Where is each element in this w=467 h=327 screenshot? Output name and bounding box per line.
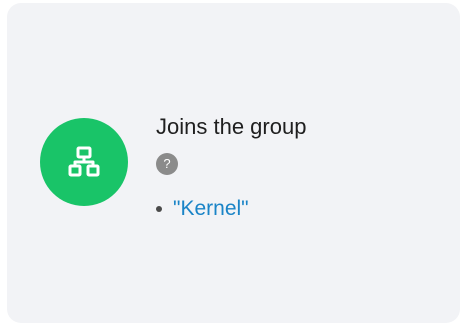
group-action-badge: [40, 118, 128, 206]
list-item: "Kernel": [156, 196, 249, 222]
help-icon[interactable]: ?: [156, 153, 178, 175]
sitemap-icon: [68, 146, 100, 177]
bullet-icon: [156, 206, 162, 212]
action-title: Joins the group: [156, 114, 307, 139]
action-card: Joins the group ? "Kernel": [7, 3, 460, 323]
group-link-kernel[interactable]: "Kernel": [173, 196, 249, 222]
group-list: "Kernel": [156, 196, 249, 222]
